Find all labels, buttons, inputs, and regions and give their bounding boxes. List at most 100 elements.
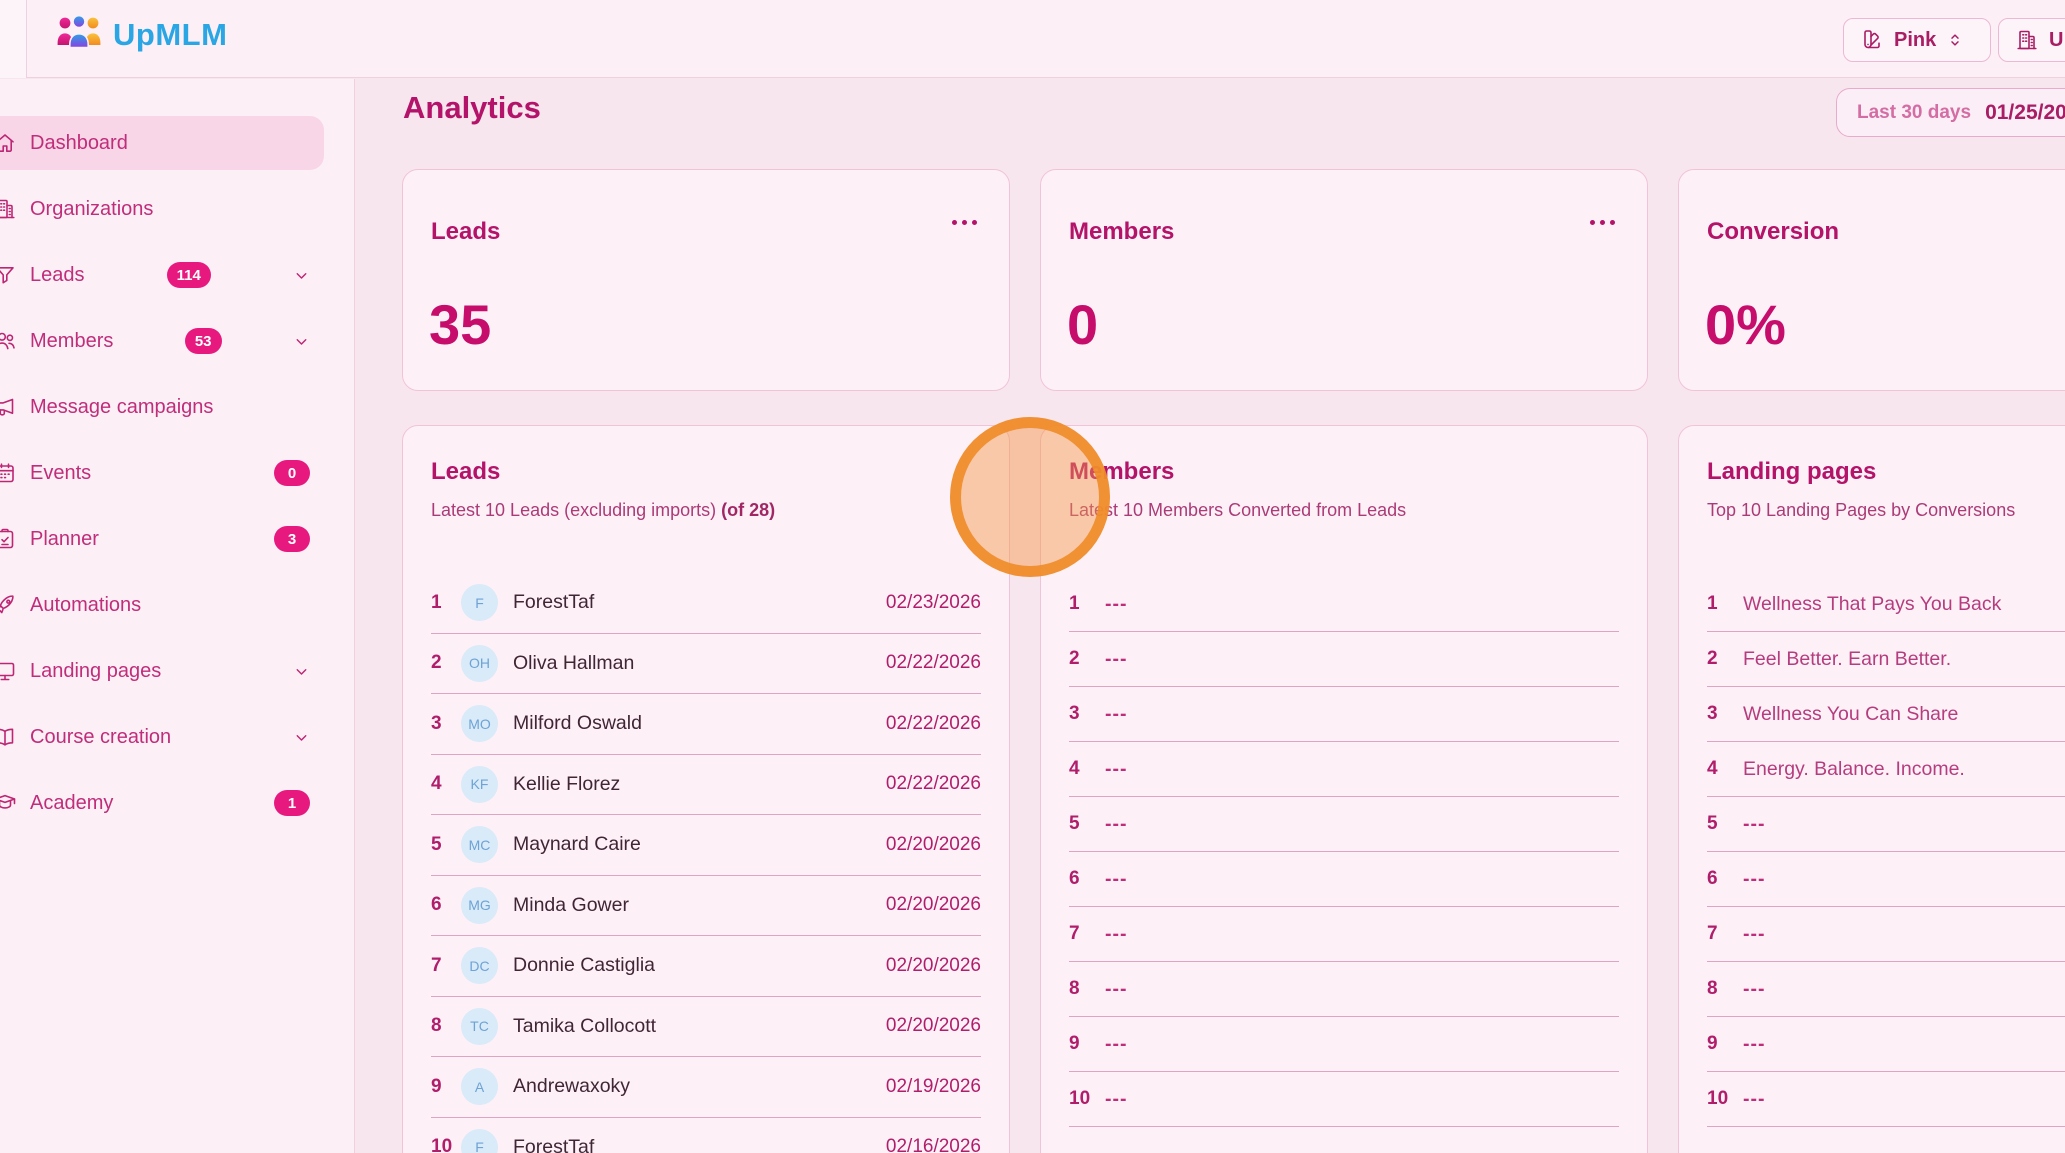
avatar: MO xyxy=(461,705,498,742)
row-rank: 6 xyxy=(431,894,461,916)
stat-card-value: 0 xyxy=(1067,292,1098,357)
landing-page-row[interactable]: 6 --- xyxy=(1707,852,2065,907)
member-row[interactable]: 10 --- xyxy=(1069,1072,1619,1127)
row-rank: 5 xyxy=(1069,813,1099,835)
sidebar-item-organizations[interactable]: Organizations xyxy=(0,182,324,236)
landing-page-row[interactable]: 2 Feel Better. Earn Better. xyxy=(1707,632,2065,687)
sidebar-item-badge: 0 xyxy=(274,460,310,486)
sidebar-item-label: Dashboard xyxy=(30,132,128,155)
stat-card-conversion: Conversion 0% xyxy=(1678,169,2065,391)
row-rank: 7 xyxy=(1069,923,1099,945)
member-name: --- xyxy=(1105,1088,1127,1111)
member-row[interactable]: 1 --- xyxy=(1069,577,1619,632)
lead-name: Andrewaxoky xyxy=(513,1075,630,1098)
date-range-picker[interactable]: Last 30 days 01/25/20 xyxy=(1836,88,2065,137)
sidebar-item-landing-pages[interactable]: Landing pages xyxy=(0,644,324,698)
landing-page-row[interactable]: 3 Wellness You Can Share xyxy=(1707,687,2065,742)
landing-page-name: --- xyxy=(1743,1033,1765,1056)
chevron-down-icon[interactable] xyxy=(293,663,310,680)
member-row[interactable]: 4 --- xyxy=(1069,742,1619,797)
sidebar-item-automations[interactable]: Automations xyxy=(0,578,324,632)
sidebar-item-label: Automations xyxy=(30,594,141,617)
row-rank: 5 xyxy=(1707,813,1737,835)
lead-row[interactable]: 9 A Andrewaxoky 02/19/2026 xyxy=(431,1057,981,1118)
member-name: --- xyxy=(1105,923,1127,946)
landing-page-row[interactable]: 9 --- xyxy=(1707,1017,2065,1072)
landing-page-name: Wellness That Pays You Back xyxy=(1743,593,2001,616)
landing-page-row[interactable]: 4 Energy. Balance. Income. xyxy=(1707,742,2065,797)
sidebar-item-dashboard[interactable]: Dashboard xyxy=(0,116,324,170)
sidebar-nav: Dashboard Organizations Leads 114 xyxy=(0,116,324,842)
lead-row[interactable]: 1 F ForestTaf 02/23/2026 xyxy=(431,573,981,634)
lead-row[interactable]: 3 MO Milford Oswald 02/22/2026 xyxy=(431,694,981,755)
row-rank: 2 xyxy=(431,652,461,674)
more-options-icon[interactable] xyxy=(950,214,979,231)
landing-page-row[interactable]: 7 --- xyxy=(1707,907,2065,962)
row-rank: 8 xyxy=(1707,978,1737,1000)
more-options-icon[interactable] xyxy=(1588,214,1617,231)
lead-row[interactable]: 5 MC Maynard Caire 02/20/2026 xyxy=(431,815,981,876)
chevron-down-icon[interactable] xyxy=(293,267,310,284)
landing-page-row[interactable]: 10 --- xyxy=(1707,1072,2065,1127)
landing-page-name: --- xyxy=(1743,868,1765,891)
lead-name: ForestTaf xyxy=(513,1136,594,1153)
member-name: --- xyxy=(1105,758,1127,781)
sidebar-item-members[interactable]: Members 53 xyxy=(0,314,324,368)
row-rank: 6 xyxy=(1707,868,1737,890)
lead-row[interactable]: 10 F ForestTaf 02/16/2026 xyxy=(431,1118,981,1153)
row-rank: 9 xyxy=(431,1076,461,1098)
member-row[interactable]: 2 --- xyxy=(1069,632,1619,687)
member-row[interactable]: 8 --- xyxy=(1069,962,1619,1017)
sidebar-item-label: Course creation xyxy=(30,726,171,749)
members-list-card: Members Latest 10 Members Converted from… xyxy=(1040,425,1648,1153)
building-icon xyxy=(2015,28,2039,52)
sidebar-item-academy[interactable]: Academy 1 xyxy=(0,776,324,830)
app-logo[interactable]: UpMLM xyxy=(55,13,227,57)
lead-name: Milford Oswald xyxy=(513,712,642,735)
member-row[interactable]: 7 --- xyxy=(1069,907,1619,962)
sidebar: Dashboard Organizations Leads 114 xyxy=(0,79,355,1153)
row-rank: 4 xyxy=(1707,758,1737,780)
member-row[interactable]: 9 --- xyxy=(1069,1017,1619,1072)
row-rank: 9 xyxy=(1069,1033,1099,1055)
lead-row[interactable]: 2 OH Oliva Hallman 02/22/2026 xyxy=(431,634,981,695)
lead-date: 02/22/2026 xyxy=(886,773,981,795)
lead-date: 02/16/2026 xyxy=(886,1136,981,1153)
sidebar-item-badge: 1 xyxy=(274,790,310,816)
avatar: F xyxy=(461,1129,498,1153)
sidebar-item-badge: 3 xyxy=(274,526,310,552)
row-rank: 4 xyxy=(431,773,461,795)
stat-card-members: Members 0 xyxy=(1040,169,1648,391)
landing-page-row[interactable]: 1 Wellness That Pays You Back xyxy=(1707,577,2065,632)
landing-page-row[interactable]: 8 --- xyxy=(1707,962,2065,1017)
chevron-down-icon[interactable] xyxy=(293,333,310,350)
landing-page-name: Wellness You Can Share xyxy=(1743,703,1958,726)
sidebar-item-planner[interactable]: Planner 3 xyxy=(0,512,324,566)
row-rank: 1 xyxy=(431,592,461,614)
sidebar-item-leads[interactable]: Leads 114 xyxy=(0,248,324,302)
sidebar-item-label: Leads xyxy=(30,264,85,287)
lead-row[interactable]: 8 TC Tamika Collocott 02/20/2026 xyxy=(431,997,981,1058)
chevron-down-icon[interactable] xyxy=(293,729,310,746)
row-rank: 9 xyxy=(1707,1033,1737,1055)
organization-switcher-button[interactable]: U xyxy=(1998,18,2065,62)
row-rank: 2 xyxy=(1707,648,1737,670)
sidebar-item-events[interactable]: Events 0 xyxy=(0,446,324,500)
sidebar-item-course-creation[interactable]: Course creation xyxy=(0,710,324,764)
sidebar-item-label: Landing pages xyxy=(30,660,161,683)
lead-row[interactable]: 6 MG Minda Gower 02/20/2026 xyxy=(431,876,981,937)
theme-selector-button[interactable]: Pink xyxy=(1843,18,1991,62)
row-rank: 7 xyxy=(1707,923,1737,945)
lead-row[interactable]: 4 KF Kellie Florez 02/22/2026 xyxy=(431,755,981,816)
member-row[interactable]: 5 --- xyxy=(1069,797,1619,852)
row-rank: 6 xyxy=(1069,868,1099,890)
landing-page-row[interactable]: 5 --- xyxy=(1707,797,2065,852)
lead-row[interactable]: 7 DC Donnie Castiglia 02/20/2026 xyxy=(431,936,981,997)
lead-date: 02/22/2026 xyxy=(886,713,981,735)
member-row[interactable]: 6 --- xyxy=(1069,852,1619,907)
member-name: --- xyxy=(1105,978,1127,1001)
row-rank: 8 xyxy=(1069,978,1099,1000)
sidebar-item-message-campaigns[interactable]: Message campaigns xyxy=(0,380,324,434)
member-row[interactable]: 3 --- xyxy=(1069,687,1619,742)
sidebar-item-badge: 53 xyxy=(185,328,222,354)
